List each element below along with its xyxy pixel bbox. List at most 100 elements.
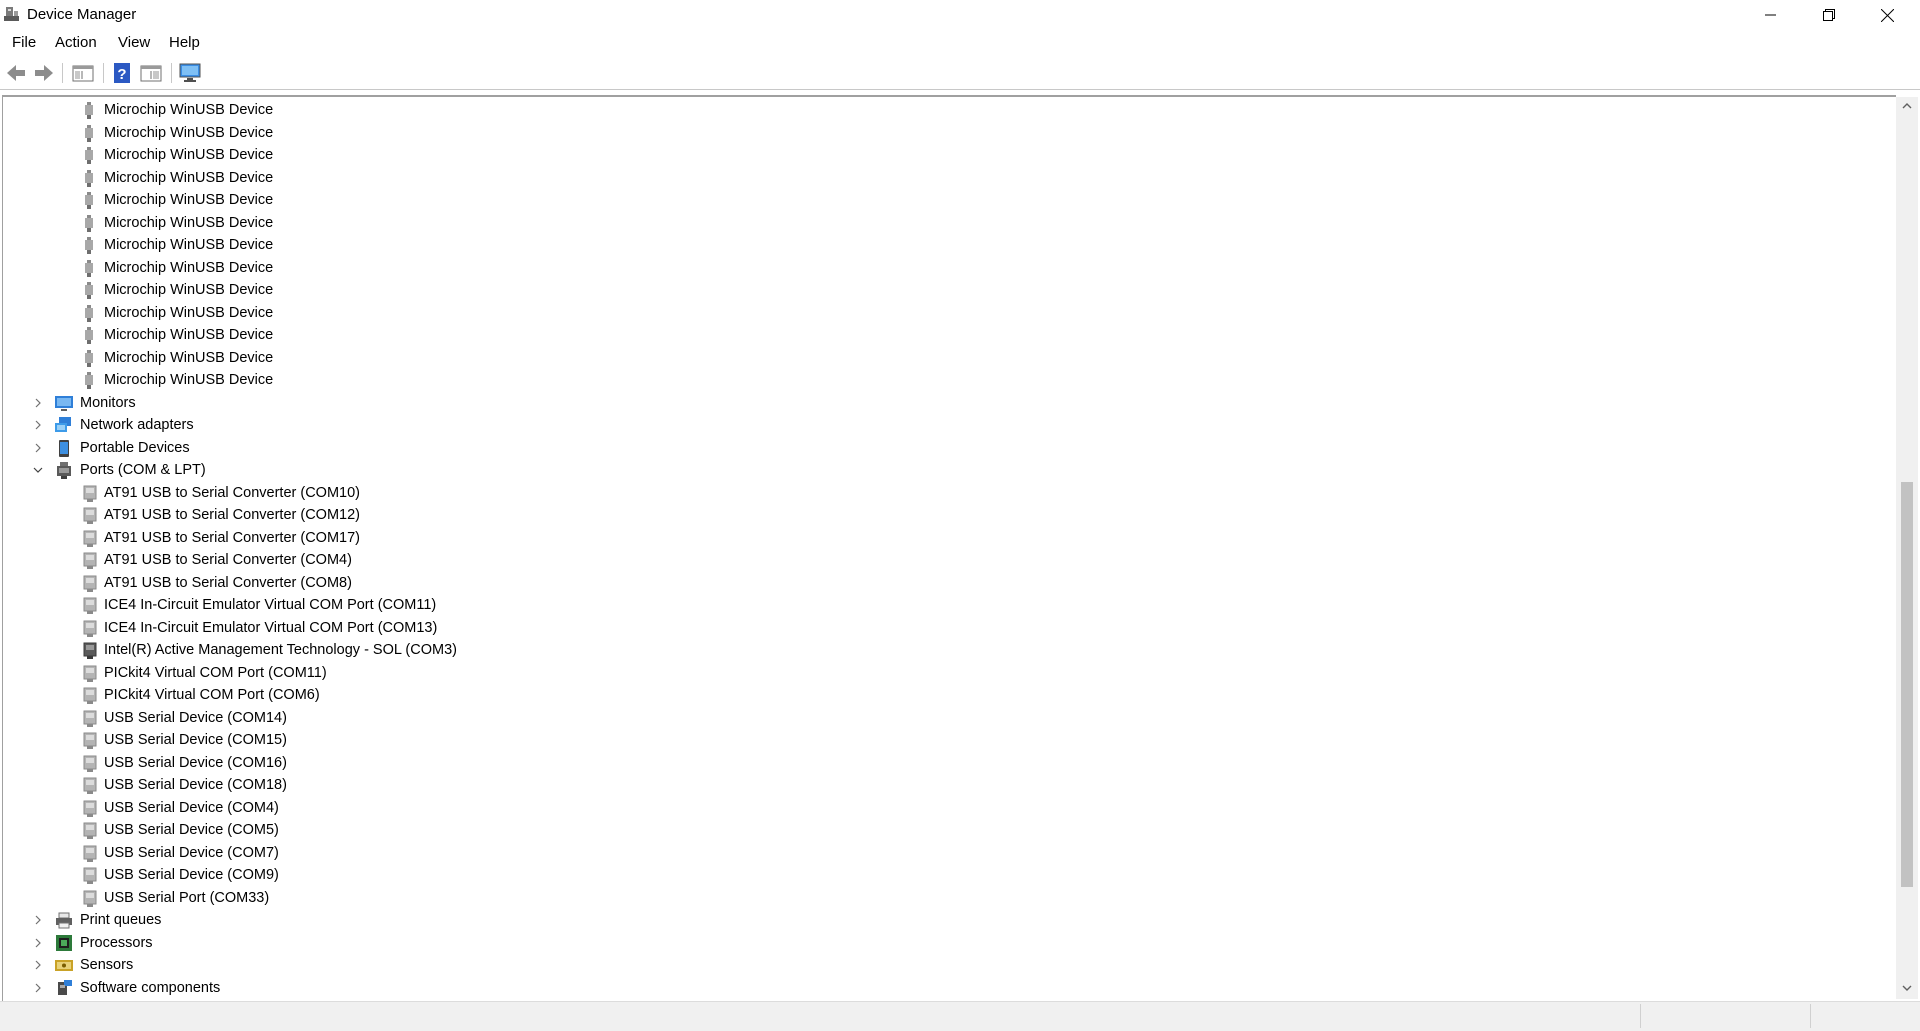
forward-arrow-icon[interactable]: [32, 61, 56, 85]
port-label: ICE4 In-Circuit Emulator Virtual COM Por…: [104, 619, 438, 636]
tree-category-monitors[interactable]: Monitors: [3, 392, 1893, 415]
tree-item-device[interactable]: Microchip WinUSB Device: [3, 167, 1893, 190]
minimize-icon: [1765, 14, 1776, 16]
back-arrow-icon[interactable]: [4, 61, 28, 85]
restore-button[interactable]: [1800, 0, 1858, 30]
tree-item-device[interactable]: Microchip WinUSB Device: [3, 324, 1893, 347]
usb-device-icon: [85, 124, 93, 142]
port-label: AT91 USB to Serial Converter (COM4): [104, 552, 352, 568]
close-button[interactable]: [1858, 0, 1916, 30]
scroll-down-icon[interactable]: [1901, 983, 1913, 993]
tree-item-port[interactable]: USB Serial Device (COM14): [3, 707, 1893, 730]
monitor-icon: [55, 395, 73, 411]
com-port-icon: [83, 597, 97, 614]
minimize-button[interactable]: [1742, 0, 1800, 30]
tree-item-device[interactable]: Microchip WinUSB Device: [3, 99, 1893, 122]
close-icon: [1880, 8, 1894, 22]
menu-action[interactable]: Action: [55, 34, 97, 51]
chevron-right-icon[interactable]: [33, 398, 43, 408]
tree-item-port[interactable]: ICE4 In-Circuit Emulator Virtual COM Por…: [3, 594, 1893, 617]
menu-file[interactable]: File: [12, 34, 36, 51]
tree-item-port[interactable]: AT91 USB to Serial Converter (COM12): [3, 504, 1893, 527]
tree-item-port[interactable]: AT91 USB to Serial Converter (COM10): [3, 482, 1893, 505]
menu-help[interactable]: Help: [169, 34, 200, 51]
properties-pane-icon[interactable]: [139, 61, 163, 85]
chevron-down-icon[interactable]: [33, 465, 43, 475]
tree-category-print-queues[interactable]: Print queues: [3, 909, 1893, 932]
usb-device-icon: [85, 214, 93, 232]
tree-item-device[interactable]: Microchip WinUSB Device: [3, 144, 1893, 167]
port-label: USB Serial Device (COM14): [104, 709, 287, 726]
tree-item-port[interactable]: USB Serial Device (COM16): [3, 752, 1893, 775]
svg-text:?: ?: [117, 66, 126, 83]
com-port-icon: [83, 755, 97, 772]
tree-category-software-components[interactable]: Software components: [3, 977, 1893, 1000]
device-label: Microchip WinUSB Device: [104, 214, 274, 231]
chevron-right-icon[interactable]: [33, 938, 43, 948]
device-tree[interactable]: Microchip WinUSB Device Microchip WinUSB…: [2, 95, 1896, 1001]
com-port-icon: [83, 620, 97, 637]
tree-item-device[interactable]: Microchip WinUSB Device: [3, 347, 1893, 370]
com-port-icon: [83, 845, 97, 862]
tree-item-port[interactable]: USB Serial Device (COM15): [3, 729, 1893, 752]
tree-item-device[interactable]: Microchip WinUSB Device: [3, 212, 1893, 235]
monitor-scan-icon[interactable]: [178, 61, 202, 85]
port-label: USB Serial Device (COM5): [104, 822, 279, 838]
chevron-right-icon[interactable]: [33, 420, 43, 430]
tree-item-port[interactable]: USB Serial Port (COM33): [3, 887, 1893, 910]
tree-category-ports[interactable]: Ports (COM & LPT): [3, 459, 1893, 482]
tree-item-device[interactable]: Microchip WinUSB Device: [3, 234, 1893, 257]
tree-item-port[interactable]: AT91 USB to Serial Converter (COM17): [3, 527, 1893, 550]
tree-item-device[interactable]: Microchip WinUSB Device: [3, 302, 1893, 325]
category-label: Portable Devices: [80, 439, 190, 456]
tree-item-device[interactable]: Microchip WinUSB Device: [3, 257, 1893, 280]
toolbar-separator: [171, 63, 172, 83]
portable-device-icon: [59, 439, 69, 457]
tree-item-device[interactable]: Microchip WinUSB Device: [3, 369, 1893, 392]
tree-item-port[interactable]: USB Serial Device (COM4): [3, 797, 1893, 820]
device-label: Microchip WinUSB Device: [104, 372, 274, 388]
software-component-icon: [58, 979, 72, 995]
status-separator: [1640, 1004, 1641, 1028]
tree-item-device[interactable]: Microchip WinUSB Device: [3, 279, 1893, 302]
category-label: Network adapters: [80, 417, 194, 433]
port-label: USB Serial Device (COM9): [104, 867, 279, 883]
com-port-icon: [83, 822, 97, 839]
help-icon[interactable]: ?: [110, 61, 134, 85]
device-label: Microchip WinUSB Device: [104, 349, 274, 366]
tree-category-network-adapters[interactable]: Network adapters: [3, 414, 1893, 437]
show-hide-console-tree-icon[interactable]: [71, 61, 95, 85]
port-connector-icon: [57, 462, 71, 479]
tree-item-device[interactable]: Microchip WinUSB Device: [3, 189, 1893, 212]
device-label: Microchip WinUSB Device: [104, 192, 274, 208]
tree-category-portable-devices[interactable]: Portable Devices: [3, 437, 1893, 460]
tree-category-processors[interactable]: Processors: [3, 932, 1893, 955]
tree-item-port[interactable]: USB Serial Device (COM5): [3, 819, 1893, 842]
tree-item-port[interactable]: PICkit4 Virtual COM Port (COM11): [3, 662, 1893, 685]
chevron-right-icon[interactable]: [33, 983, 43, 993]
tree-category-sensors[interactable]: Sensors: [3, 954, 1893, 977]
tree-item-port[interactable]: Intel(R) Active Management Technology - …: [3, 639, 1893, 662]
tree-item-port[interactable]: AT91 USB to Serial Converter (COM8): [3, 572, 1893, 595]
usb-device-icon: [85, 192, 93, 209]
chevron-right-icon[interactable]: [33, 443, 43, 453]
tree-item-port[interactable]: USB Serial Device (COM9): [3, 864, 1893, 887]
scroll-up-icon[interactable]: [1901, 101, 1913, 111]
tree-item-port[interactable]: USB Serial Device (COM18): [3, 774, 1893, 797]
device-manager-app-icon: [4, 7, 19, 21]
tree-item-device[interactable]: Microchip WinUSB Device: [3, 122, 1893, 145]
tree-item-port[interactable]: PICkit4 Virtual COM Port (COM6): [3, 684, 1893, 707]
toolbar-separator: [103, 63, 104, 83]
menu-view[interactable]: View: [118, 34, 150, 51]
com-port-icon: [83, 890, 97, 907]
vertical-scrollbar[interactable]: [1896, 97, 1918, 999]
com-port-icon: [83, 552, 97, 569]
chevron-right-icon[interactable]: [33, 915, 43, 925]
tree-item-port[interactable]: USB Serial Device (COM7): [3, 842, 1893, 865]
scrollbar-thumb[interactable]: [1901, 482, 1913, 887]
intel-sol-port-icon: [83, 642, 97, 659]
port-label: PICkit4 Virtual COM Port (COM6): [104, 687, 320, 703]
chevron-right-icon[interactable]: [33, 960, 43, 970]
tree-item-port[interactable]: ICE4 In-Circuit Emulator Virtual COM Por…: [3, 617, 1893, 640]
tree-item-port[interactable]: AT91 USB to Serial Converter (COM4): [3, 549, 1893, 572]
